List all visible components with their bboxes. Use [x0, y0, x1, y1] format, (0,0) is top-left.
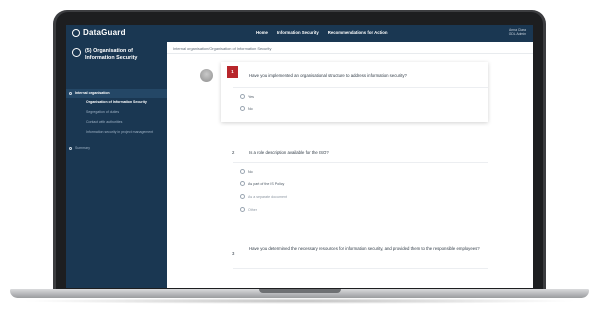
option-other[interactable]: Other — [240, 207, 257, 212]
avatar — [200, 69, 213, 82]
radio-icon — [240, 169, 245, 174]
progress-circle-icon — [72, 48, 81, 57]
logo-text: DataGuard — [83, 28, 126, 37]
option-label: Yes — [248, 94, 254, 99]
question-number-badge: 1 — [227, 66, 238, 78]
question-2-number: 2 — [232, 150, 235, 155]
question-1-divider — [233, 87, 488, 88]
main-nav: Home Information Security Recommendation… — [256, 30, 388, 35]
user-role: GDL Admin — [508, 32, 526, 37]
sidebar-item-segregation-of-duties[interactable]: Segregation of duties — [86, 110, 156, 114]
question-2-divider — [233, 162, 488, 163]
option-is-policy[interactable]: As part of the IS Policy — [240, 181, 284, 186]
sidebar-group-internal-organisation[interactable]: Internal organisation — [75, 91, 110, 95]
option-label: Other — [248, 207, 257, 212]
sidebar-item-project-management[interactable]: Information security in project manageme… — [86, 130, 156, 134]
question-3-text: Have you determined the necessary resour… — [249, 246, 480, 251]
radio-icon — [240, 181, 245, 186]
radio-icon — [240, 207, 245, 212]
option-separate-document[interactable]: As a separate document — [240, 194, 287, 199]
nav-information-security[interactable]: Information Security — [277, 30, 319, 35]
user-menu[interactable]: Anna Clara GDL Admin — [509, 28, 526, 37]
option-no-2[interactable]: No — [240, 169, 253, 174]
sidebar-title: (5) Organisation of Information Security — [85, 48, 138, 61]
logo[interactable]: DataGuard — [72, 28, 126, 37]
radio-icon — [240, 106, 245, 111]
option-label: As a separate document — [248, 194, 287, 199]
sidebar-item-organisation-of-information-security[interactable]: Organisation of Information Security — [86, 100, 147, 104]
logo-icon — [72, 28, 80, 37]
top-navigation-bar: DataGuard Home Information Security Reco… — [66, 25, 533, 42]
sidebar-item-summary[interactable]: Summary — [75, 146, 90, 150]
nav-recommendations[interactable]: Recommendations for Action — [328, 30, 388, 35]
group-dot-icon — [69, 92, 72, 95]
nav-home[interactable]: Home — [256, 30, 268, 35]
question-2-text: Is a role description available for the … — [249, 150, 329, 155]
radio-icon — [240, 94, 245, 99]
laptop-shadow — [20, 298, 579, 304]
sidebar: (5) Organisation of Information Security… — [66, 42, 167, 288]
question-3-divider — [233, 268, 488, 269]
radio-icon — [240, 194, 245, 199]
question-1-text: Have you implemented an organisational s… — [249, 73, 407, 78]
question-card-1 — [221, 62, 488, 122]
sidebar-header: (5) Organisation of Information Security — [72, 48, 163, 61]
option-label: No — [248, 169, 253, 174]
option-label: As part of the IS Policy — [248, 181, 285, 186]
breadcrumb: Internal organisation/Organisation of In… — [173, 46, 272, 51]
breadcrumb-divider — [167, 53, 533, 54]
option-no[interactable]: No — [240, 106, 253, 111]
option-label: No — [248, 106, 253, 111]
question-3-number: 3 — [232, 251, 235, 256]
sidebar-item-contact-with-authorities[interactable]: Contact with authorities — [86, 120, 156, 124]
laptop-notch — [259, 289, 341, 293]
summary-dot-icon — [69, 147, 72, 150]
option-yes[interactable]: Yes — [240, 94, 254, 99]
